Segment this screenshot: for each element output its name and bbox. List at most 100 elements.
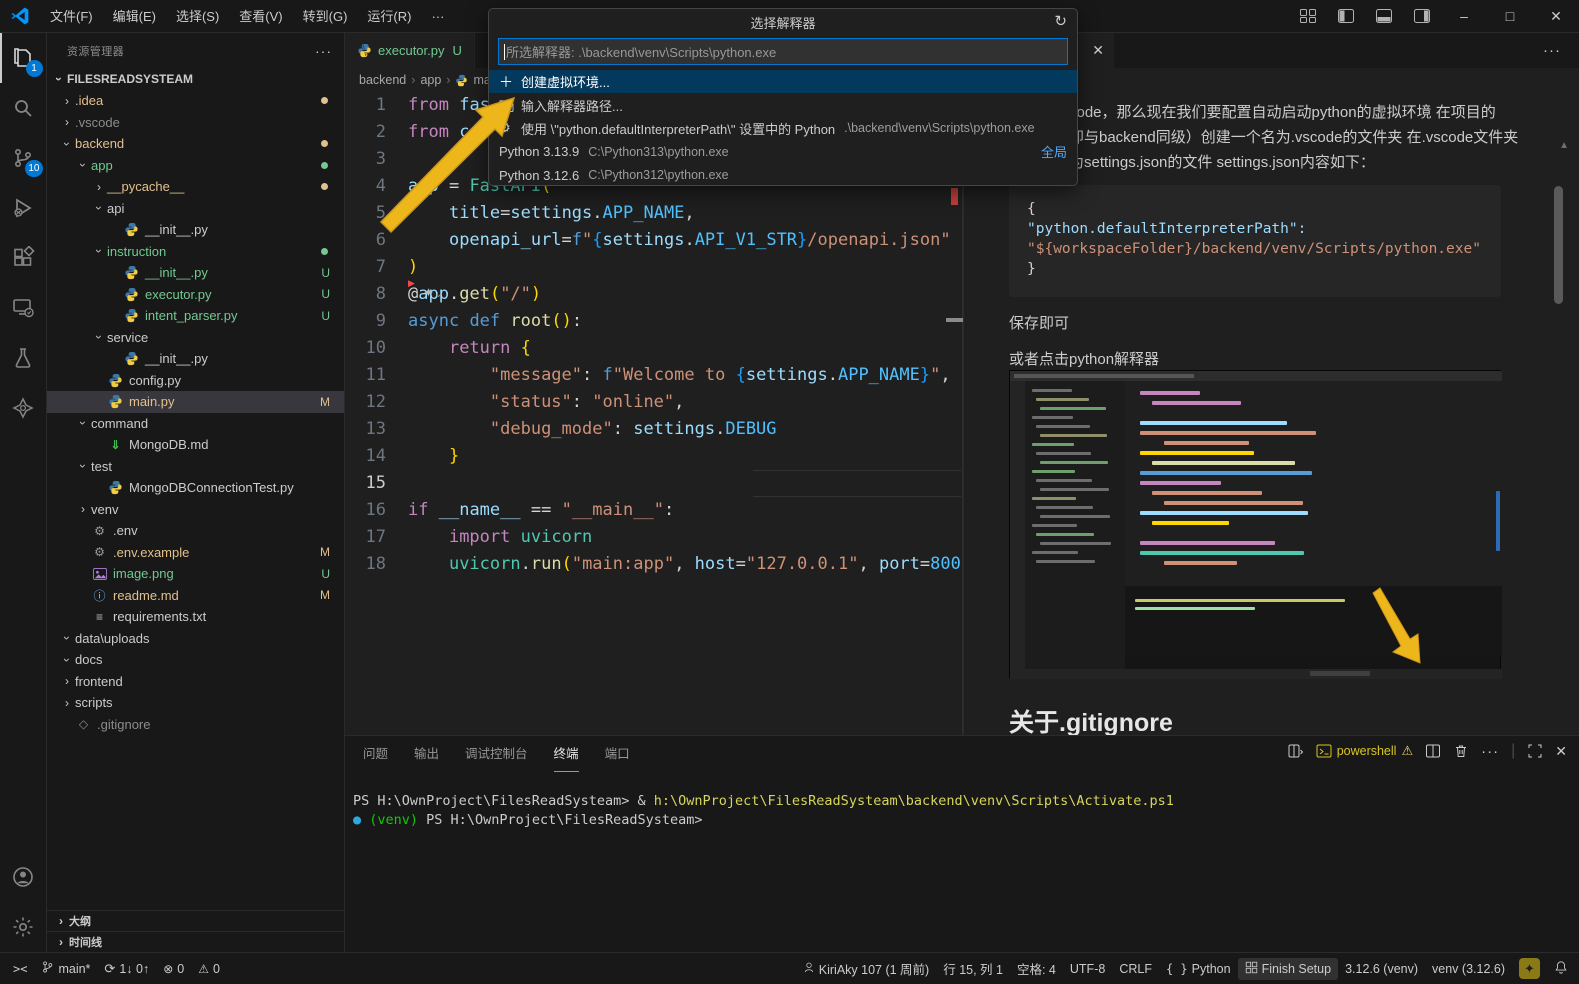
status-3-12-6-venv-[interactable]: 3.12.6 (venv) (1338, 958, 1425, 980)
quick-pick-item-0[interactable]: ＋创建虚拟环境... (489, 70, 1077, 93)
panel-tab-端口[interactable]: 端口 (605, 736, 630, 772)
quick-pick-item-1[interactable]: 输入解释器路径... (489, 93, 1077, 116)
panel-more-icon[interactable]: ··· (1481, 743, 1499, 760)
status--4[interactable]: 空格: 4 (1010, 958, 1063, 980)
layout-customize-icon[interactable] (1300, 9, 1316, 23)
tree-item-venv[interactable]: ›venv (47, 499, 344, 521)
status-remote[interactable]: >< (6, 958, 34, 980)
close-tab-icon[interactable]: ✕ (1092, 42, 1104, 59)
tree-item-MongoDB.md[interactable]: ⇓MongoDB.md (47, 434, 344, 456)
panel-tab-输出[interactable]: 输出 (414, 736, 439, 772)
tree-item-config.py[interactable]: config.py (47, 370, 344, 392)
tree-item-app[interactable]: ›app (47, 155, 344, 177)
tree-item-readme.md[interactable]: ⓘreadme.mdM (47, 585, 344, 607)
refresh-icon[interactable]: ↻ (1054, 12, 1067, 30)
status-0[interactable]: ⊗0 (156, 958, 191, 980)
menu-1[interactable]: 编辑(E) (103, 0, 166, 33)
panel-tab-终端[interactable]: 终端 (554, 736, 579, 772)
tree-item-backend[interactable]: ›backend (47, 133, 344, 155)
status--15-1[interactable]: 行 15, 列 1 (936, 958, 1010, 980)
status-0[interactable]: ⚠0 (191, 958, 227, 980)
close-panel-icon[interactable]: ✕ (1555, 743, 1567, 760)
settings-gear-icon[interactable] (0, 902, 47, 952)
toggle-panel-icon[interactable] (1376, 9, 1392, 23)
testing-icon[interactable] (0, 333, 47, 383)
accounts-icon[interactable] (0, 852, 47, 902)
preview-scrollbar[interactable] (1554, 186, 1563, 304)
search-icon[interactable] (0, 83, 47, 133)
menu-0[interactable]: 文件(F) (40, 0, 103, 33)
kill-terminal-icon[interactable] (1453, 743, 1469, 759)
menu-6[interactable]: ··· (421, 0, 454, 33)
maximize-panel-icon[interactable] (1527, 743, 1543, 759)
tree-item-frontend[interactable]: ›frontend (47, 671, 344, 693)
tree-item-intent_parser.py[interactable]: intent_parser.pyU (47, 305, 344, 327)
tree-item-__pycache__[interactable]: ›__pycache__ (47, 176, 344, 198)
tree-root[interactable]: ›FILESREADSYSTEAM (47, 68, 344, 90)
toggle-sidebar-icon[interactable] (1338, 9, 1354, 23)
preview-more-actions-icon[interactable]: ··· (1543, 42, 1579, 59)
split-terminal-icon[interactable] (1425, 743, 1441, 759)
explorer-icon[interactable]: 1 (0, 33, 47, 83)
status-venv-3-12-6-[interactable]: venv (3.12.6) (1425, 958, 1512, 980)
tree-item-.env.example[interactable]: ⚙.env.exampleM (47, 542, 344, 564)
status-utf-8[interactable]: UTF-8 (1063, 958, 1112, 980)
launch-profile-icon[interactable] (1288, 743, 1304, 759)
tree-item-__init__.py[interactable]: __init__.pyU (47, 262, 344, 284)
menu-3[interactable]: 查看(V) (229, 0, 292, 33)
tree-item-main.py[interactable]: main.pyM (47, 391, 344, 413)
sidebar-more-icon[interactable]: ··· (315, 43, 332, 59)
timeline-section[interactable]: ›时间线 (47, 931, 344, 952)
remote-explorer-icon[interactable] (0, 283, 47, 333)
tree-item-executor.py[interactable]: executor.pyU (47, 284, 344, 306)
global-link[interactable]: 全局 (1041, 142, 1067, 161)
tree-item-MongoDBConnectionTest.py[interactable]: MongoDBConnectionTest.py (47, 477, 344, 499)
tree-item-image.png[interactable]: image.pngU (47, 563, 344, 585)
tree-item-docs[interactable]: ›docs (47, 649, 344, 671)
tree-item-.vscode[interactable]: ›.vscode (47, 112, 344, 134)
run-debug-icon[interactable] (0, 183, 47, 233)
tab-executor-py[interactable]: executor.py U (345, 33, 475, 68)
tree-item-test[interactable]: ›test (47, 456, 344, 478)
quick-pick-item-3[interactable]: Python 3.13.9C:\Python313\python.exe全局 (489, 140, 1077, 163)
tree-item-command[interactable]: ›command (47, 413, 344, 435)
tree-item-data-uploads[interactable]: ›data\uploads (47, 628, 344, 650)
scroll-up-arrow-icon[interactable]: ▲ (1559, 140, 1569, 151)
minimize-button[interactable]: – (1441, 0, 1487, 33)
tree-item-.idea[interactable]: ›.idea (47, 90, 344, 112)
quick-pick-item-2[interactable]: ⚙使用 \"python.defaultInterpreterPath\" 设置… (489, 117, 1077, 140)
status-finish-setup[interactable]: Finish Setup (1238, 958, 1338, 980)
copilot-sparkle-icon[interactable]: ✦⌄ (423, 285, 443, 301)
interpreter-input[interactable]: 所选解释器: .\backend\venv\Scripts\python.exe (498, 38, 1068, 65)
outline-section[interactable]: ›大纲 (47, 910, 344, 931)
tree-item-requirements.txt[interactable]: ≡requirements.txt (47, 606, 344, 628)
status-kiro[interactable]: ✦ (1512, 958, 1547, 980)
tree-item-instruction[interactable]: ›instruction (47, 241, 344, 263)
quick-pick-item-4[interactable]: Python 3.12.6C:\Python312\python.exe (489, 164, 1077, 186)
maximize-button[interactable]: □ (1487, 0, 1533, 33)
status-main-[interactable]: main* (34, 958, 97, 980)
tree-item-.env[interactable]: ⚙.env (47, 520, 344, 542)
menu-4[interactable]: 转到(G) (293, 0, 358, 33)
menu-5[interactable]: 运行(R) (357, 0, 421, 33)
terminal-output[interactable]: PS H:\OwnProject\FilesReadSysteam> & h:\… (353, 792, 1579, 830)
status-crlf[interactable]: CRLF (1112, 958, 1159, 980)
extensions-icon[interactable] (0, 233, 47, 283)
tree-item-api[interactable]: ›api (47, 198, 344, 220)
close-button[interactable]: ✕ (1533, 0, 1579, 33)
kaleidoscope-extension-icon[interactable] (0, 383, 47, 433)
tree-item-__init__.py[interactable]: __init__.py (47, 219, 344, 241)
menu-2[interactable]: 选择(S) (166, 0, 229, 33)
tree-item-scripts[interactable]: ›scripts (47, 692, 344, 714)
panel-tab-问题[interactable]: 问题 (363, 736, 388, 772)
code-area[interactable]: 1from fastapi import FastAPI2from config… (345, 92, 963, 735)
status-1-0-[interactable]: ⟳1↓ 0↑ (97, 958, 156, 980)
status-python[interactable]: { }Python (1159, 958, 1238, 980)
status-bell[interactable] (1547, 958, 1575, 980)
tree-item-.gitignore[interactable]: ◇.gitignore (47, 714, 344, 736)
panel-tab-调试控制台[interactable]: 调试控制台 (465, 736, 528, 772)
status-kiriaky-107-1-[interactable]: KiriAky 107 (1 周前) (796, 958, 936, 980)
tree-item-service[interactable]: ›service (47, 327, 344, 349)
terminal-instance[interactable]: powershell ⚠ (1316, 743, 1413, 759)
tree-item-__init__.py[interactable]: __init__.py (47, 348, 344, 370)
